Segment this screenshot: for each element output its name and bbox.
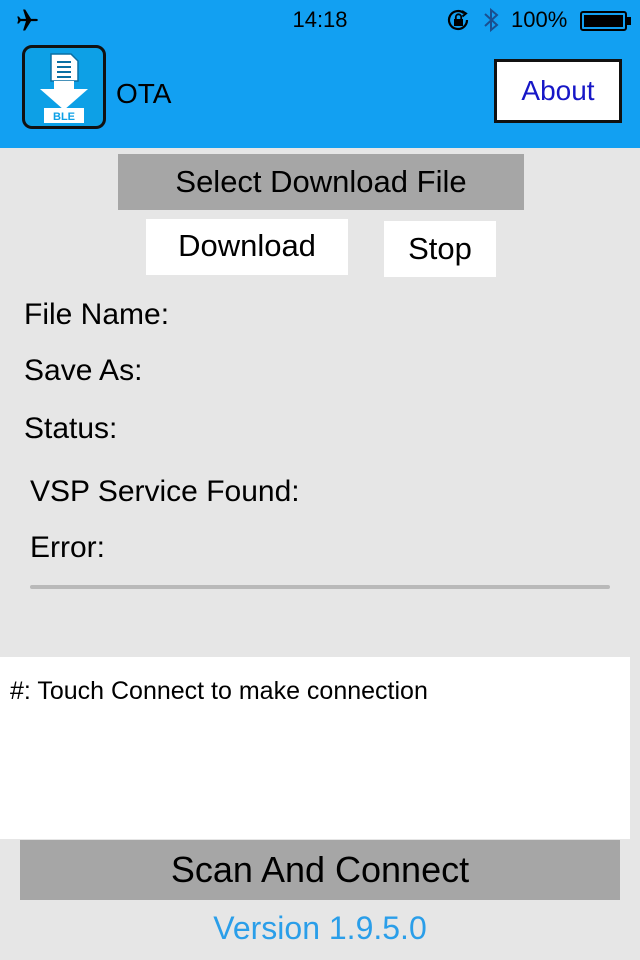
status-label: Status: [24,412,118,445]
battery-icon [580,11,631,31]
app-logo: BLE [22,45,106,129]
scan-and-connect-button[interactable]: Scan And Connect [20,840,620,900]
log-message: #: Touch Connect to make connection [10,677,428,705]
about-button[interactable]: About [494,59,622,123]
app-title: OTA [116,78,172,109]
vsp-service-found-label: VSP Service Found: [30,475,300,508]
file-name-label: File Name: [24,298,170,331]
bluetooth-icon [484,7,499,33]
svg-text:BLE: BLE [53,111,75,123]
stop-button[interactable]: Stop [384,221,496,277]
select-download-file-button[interactable]: Select Download File [118,154,524,210]
error-label: Error: [30,531,105,564]
version-label: Version 1.9.5.0 [213,910,427,946]
save-as-label: Save As: [24,354,143,387]
ble-download-icon: BLE [40,53,88,123]
rotation-lock-icon [447,9,469,31]
download-button[interactable]: Download [146,219,348,275]
progress-bar [30,585,610,589]
battery-percent: 100% [511,7,568,32]
